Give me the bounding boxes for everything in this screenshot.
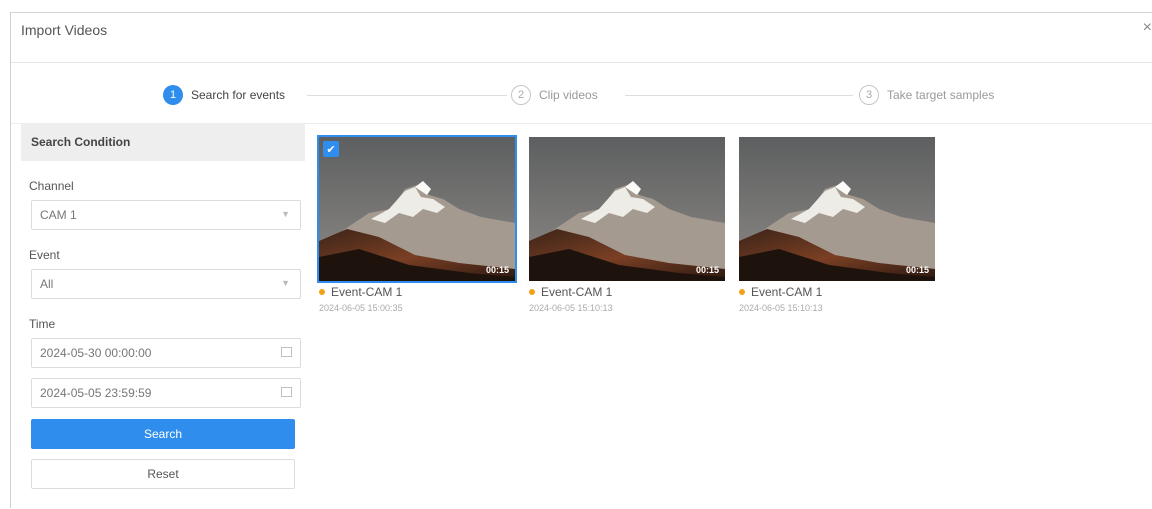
mountain-thumbnail-image	[739, 137, 935, 281]
step-number: 3	[859, 85, 879, 105]
channel-label: Channel	[29, 179, 74, 193]
event-thumbnail[interactable]: 00:15	[529, 137, 725, 281]
event-label: Event	[29, 248, 60, 262]
dialog-title: Import Videos	[21, 22, 108, 38]
import-videos-dialog: Import Videos × 1 Search for events 2 Cl…	[10, 12, 1152, 508]
calendar-icon[interactable]	[281, 347, 292, 357]
step-number: 2	[511, 85, 531, 105]
event-timestamp: 2024-06-05 15:10:13	[739, 303, 823, 313]
mountain-thumbnail-image	[319, 137, 515, 281]
step-label: Clip videos	[539, 88, 598, 102]
step-label: Search for events	[191, 88, 286, 102]
event-thumbnail[interactable]: ✔ 00:15	[317, 135, 517, 283]
step-take-target-samples: 3 Take target samples	[859, 83, 994, 107]
event-status-dot	[529, 289, 535, 295]
channel-value: CAM 1	[40, 208, 77, 222]
event-caption: Event-CAM 1	[319, 285, 402, 299]
event-title: Event-CAM 1	[331, 285, 403, 299]
selected-check-icon: ✔	[323, 141, 339, 157]
duration-badge: 00:15	[485, 265, 509, 275]
event-timestamp: 2024-06-05 15:10:13	[529, 303, 613, 313]
event-caption: Event-CAM 1	[529, 285, 612, 299]
step-indicator: 1 Search for events 2 Clip videos 3 Take…	[11, 83, 1152, 109]
step-connector	[625, 95, 853, 96]
duration-badge: 00:15	[695, 265, 719, 275]
step-label: Take target samples	[887, 88, 995, 102]
event-timestamp: 2024-06-05 15:00:35	[319, 303, 403, 313]
chevron-down-icon: ▼	[281, 209, 290, 219]
end-time-field[interactable]: 2024-05-05 23:59:59	[31, 378, 301, 408]
event-value: All	[40, 277, 54, 291]
search-button[interactable]: Search	[31, 419, 295, 449]
search-condition-panel: Search Condition Channel CAM 1 ▼ Event A…	[21, 123, 305, 509]
duration-badge: 00:15	[905, 265, 929, 275]
end-time-value: 2024-05-05 23:59:59	[40, 386, 152, 400]
event-status-dot	[739, 289, 745, 295]
reset-button[interactable]: Reset	[31, 459, 295, 489]
event-title: Event-CAM 1	[541, 285, 613, 299]
event-caption: Event-CAM 1	[739, 285, 822, 299]
channel-select[interactable]: CAM 1 ▼	[31, 200, 301, 230]
event-thumbnail[interactable]: 00:15	[739, 137, 935, 281]
panel-header: Search Condition	[21, 123, 305, 161]
step-clip-videos: 2 Clip videos	[511, 83, 598, 107]
calendar-icon[interactable]	[281, 387, 292, 397]
close-icon[interactable]: ×	[1143, 19, 1152, 37]
step-connector	[307, 95, 507, 96]
start-time-field[interactable]: 2024-05-30 00:00:00	[31, 338, 301, 368]
divider	[11, 62, 1152, 63]
chevron-down-icon: ▼	[281, 278, 290, 288]
mountain-thumbnail-image	[529, 137, 725, 281]
event-title: Event-CAM 1	[751, 285, 823, 299]
start-time-value: 2024-05-30 00:00:00	[40, 346, 152, 360]
step-number: 1	[163, 85, 183, 105]
event-select[interactable]: All ▼	[31, 269, 301, 299]
event-status-dot	[319, 289, 325, 295]
time-label: Time	[29, 317, 56, 331]
step-search-events: 1 Search for events	[163, 83, 285, 107]
